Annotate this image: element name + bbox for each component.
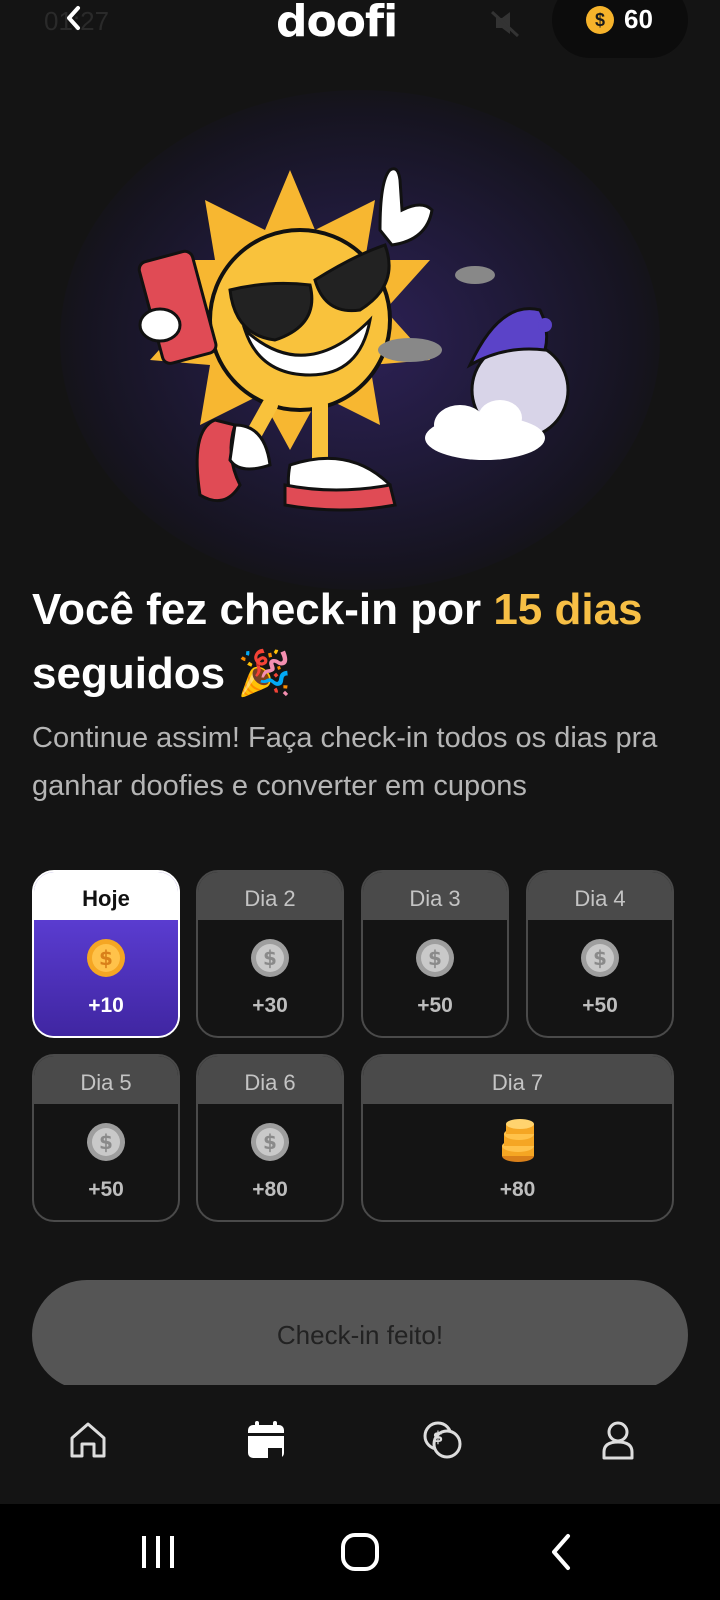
status-bar: 01:27 doofi $ 60 xyxy=(0,0,720,60)
day-card-label: Dia 7 xyxy=(363,1056,672,1104)
checkin-done-button[interactable]: Check-in feito! xyxy=(32,1280,688,1390)
day-card-reward: +80 xyxy=(252,1178,288,1201)
silver-coin-icon: $ xyxy=(87,1123,125,1161)
day-card-3: Dia 3 $ +50 xyxy=(361,870,509,1038)
day-card-label: Dia 5 xyxy=(34,1056,178,1104)
silver-coin-icon: $ xyxy=(581,939,619,977)
system-back-icon[interactable] xyxy=(540,1530,584,1574)
silver-coin-icon: $ xyxy=(251,939,289,977)
home-icon[interactable] xyxy=(66,1418,110,1462)
day-card-reward: +50 xyxy=(417,994,453,1017)
headline-text: Você fez check-in por xyxy=(32,585,494,634)
mute-icon xyxy=(490,10,520,38)
day-card-label: Dia 6 xyxy=(198,1056,342,1104)
day-card-reward: +50 xyxy=(88,1178,124,1201)
day-card-reward: +50 xyxy=(582,994,618,1017)
day-card-reward: +80 xyxy=(499,1178,536,1201)
svg-text:$: $ xyxy=(433,1428,443,1446)
day-card-reward: +30 xyxy=(252,994,288,1017)
silver-coin-icon: $ xyxy=(416,939,454,977)
app-logo: doofi xyxy=(276,0,398,47)
gold-coin-icon: $ xyxy=(87,939,125,977)
svg-text:$: $ xyxy=(593,946,607,970)
day-card-2: Dia 2 $ +30 xyxy=(196,870,344,1038)
day-card-label: Hoje xyxy=(34,872,178,920)
svg-text:$: $ xyxy=(99,1130,113,1154)
headline-end: seguidos 🎉 xyxy=(32,649,293,698)
back-arrow-icon[interactable] xyxy=(58,2,92,36)
recent-apps-icon[interactable] xyxy=(136,1530,180,1574)
calendar-icon[interactable] xyxy=(244,1418,288,1462)
day-card-4: Dia 4 $ +50 xyxy=(526,870,674,1038)
coin-stack-icon xyxy=(501,1119,534,1162)
coin-amount: 60 xyxy=(624,4,653,34)
svg-text:$: $ xyxy=(428,946,442,970)
profile-icon[interactable] xyxy=(596,1418,640,1462)
svg-text:$: $ xyxy=(263,1130,277,1154)
day-card-reward: +10 xyxy=(88,994,124,1017)
streak-headline: Você fez check-in por 15 dias seguidos 🎉 xyxy=(32,578,692,706)
day-card-5: Dia 5 $ +50 xyxy=(32,1054,180,1222)
coin-icon: $ xyxy=(586,6,614,34)
headline-highlight: 15 dias xyxy=(493,585,643,634)
coin-balance[interactable]: $ 60 xyxy=(552,0,688,58)
silver-coin-icon: $ xyxy=(251,1123,289,1161)
day-card-today: Hoje $ +10 xyxy=(32,870,180,1038)
day-card-7: Dia 7 +80 xyxy=(361,1054,674,1222)
day-card-label: Dia 3 xyxy=(363,872,507,920)
svg-text:$: $ xyxy=(263,946,277,970)
svg-text:$: $ xyxy=(99,946,113,970)
day-card-6: Dia 6 $ +80 xyxy=(196,1054,344,1222)
day-card-label: Dia 2 xyxy=(198,872,342,920)
home-button-icon[interactable] xyxy=(338,1530,382,1574)
sun-mascot-illustration xyxy=(137,167,570,512)
streak-subtitle: Continue assim! Faça check-in todos os d… xyxy=(32,722,658,802)
day-card-label: Dia 4 xyxy=(528,872,672,920)
coins-icon[interactable]: $ xyxy=(420,1418,464,1462)
